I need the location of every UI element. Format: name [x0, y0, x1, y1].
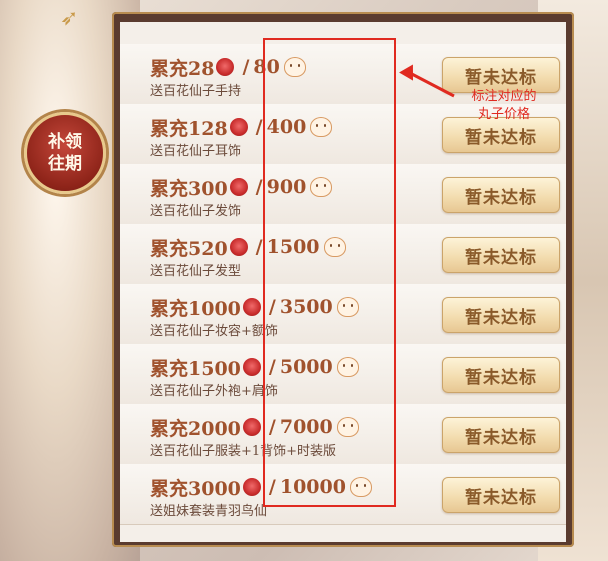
- rose-icon: [229, 178, 248, 196]
- rose-icon: [242, 478, 261, 496]
- dango-price: 7000: [279, 416, 333, 438]
- reward-row: 累充1500 / 5000 送百花仙子外袍+肩饰 暂未达标: [120, 344, 566, 405]
- reward-row: 累充1000 / 3500 送百花仙子妆容+额饰 暂未达标: [120, 284, 566, 345]
- reward-row: 累充3000 / 10000 送姐妹套装青羽鸟仙 暂未达标: [120, 464, 566, 525]
- not-reached-button[interactable]: 暂未达标: [442, 417, 560, 453]
- dango-icon: [283, 57, 306, 77]
- annotation-note: 标注对应的 丸子价格: [454, 88, 554, 124]
- rose-icon: [242, 418, 261, 436]
- reward-row: 累充520 / 1500 送百花仙子发型 暂未达标: [120, 224, 566, 285]
- rose-icon: [229, 238, 248, 256]
- rose-icon: [242, 358, 261, 376]
- not-reached-button[interactable]: 暂未达标: [442, 237, 560, 273]
- separator: /: [268, 476, 276, 498]
- separator: /: [242, 56, 250, 78]
- rose-icon: [242, 298, 261, 316]
- dango-icon: [336, 417, 359, 437]
- dango-icon: [336, 297, 359, 317]
- rose-icon: [229, 118, 248, 136]
- recharge-amount: 累充2000: [150, 417, 241, 440]
- dango-price: 80: [253, 56, 280, 78]
- annotation-line-2: 丸子价格: [477, 107, 530, 122]
- dango-icon: [323, 237, 346, 257]
- separator: /: [268, 296, 276, 318]
- not-reached-button[interactable]: 暂未达标: [442, 297, 560, 333]
- dango-price: 900: [266, 176, 307, 198]
- separator: /: [255, 116, 263, 138]
- rose-icon: [216, 58, 235, 76]
- recharge-amount: 累充28: [150, 57, 215, 80]
- dango-icon: [310, 177, 333, 197]
- separator: /: [255, 236, 263, 258]
- recharge-amount: 累充1500: [150, 357, 241, 380]
- annotation-line-1: 标注对应的: [471, 89, 537, 104]
- reward-description: 送百花仙子外袍+肩饰: [150, 384, 278, 399]
- recharge-amount: 累充300: [150, 177, 228, 200]
- dango-price: 5000: [279, 356, 333, 378]
- claim-past-label-1: 补领: [48, 132, 82, 152]
- not-reached-button[interactable]: 暂未达标: [442, 477, 560, 513]
- not-reached-button[interactable]: 暂未达标: [442, 357, 560, 393]
- reward-row: 累充2000 / 7000 送百花仙子服装+1背饰+时装版 暂未达标: [120, 404, 566, 465]
- reward-description: 送百花仙子发饰: [150, 204, 242, 219]
- dango-icon: [336, 357, 359, 377]
- recharge-amount: 累充1000: [150, 297, 241, 320]
- dango-price: 400: [266, 116, 307, 138]
- separator: /: [268, 416, 276, 438]
- not-reached-button[interactable]: 暂未达标: [442, 177, 560, 213]
- dango-icon: [349, 477, 372, 497]
- reward-description: 送姐妹套装青羽鸟仙: [150, 504, 268, 519]
- claim-past-label-2: 往期: [48, 154, 82, 174]
- dango-price: 1500: [266, 236, 320, 258]
- claim-past-button[interactable]: 补领 往期: [24, 112, 106, 194]
- separator: /: [268, 356, 276, 378]
- reward-description: 送百花仙子手持: [150, 84, 242, 99]
- recharge-amount: 累充128: [150, 117, 228, 140]
- annotation-arrow-icon: [399, 64, 455, 98]
- reward-description: 送百花仙子发型: [150, 264, 242, 279]
- reward-row: 累充300 / 900 送百花仙子发饰 暂未达标: [120, 164, 566, 225]
- reward-description: 送百花仙子耳饰: [150, 144, 242, 159]
- dango-price: 3500: [279, 296, 333, 318]
- reward-description: 送百花仙子妆容+额饰: [150, 324, 278, 339]
- reward-description: 送百花仙子服装+1背饰+时装版: [150, 444, 337, 459]
- dango-price: 10000: [279, 476, 346, 498]
- decorative-arrow-icon: ➶: [60, 6, 79, 31]
- separator: /: [255, 176, 263, 198]
- recharge-amount: 累充520: [150, 237, 228, 260]
- recharge-amount: 累充3000: [150, 477, 241, 500]
- dango-icon: [310, 117, 333, 137]
